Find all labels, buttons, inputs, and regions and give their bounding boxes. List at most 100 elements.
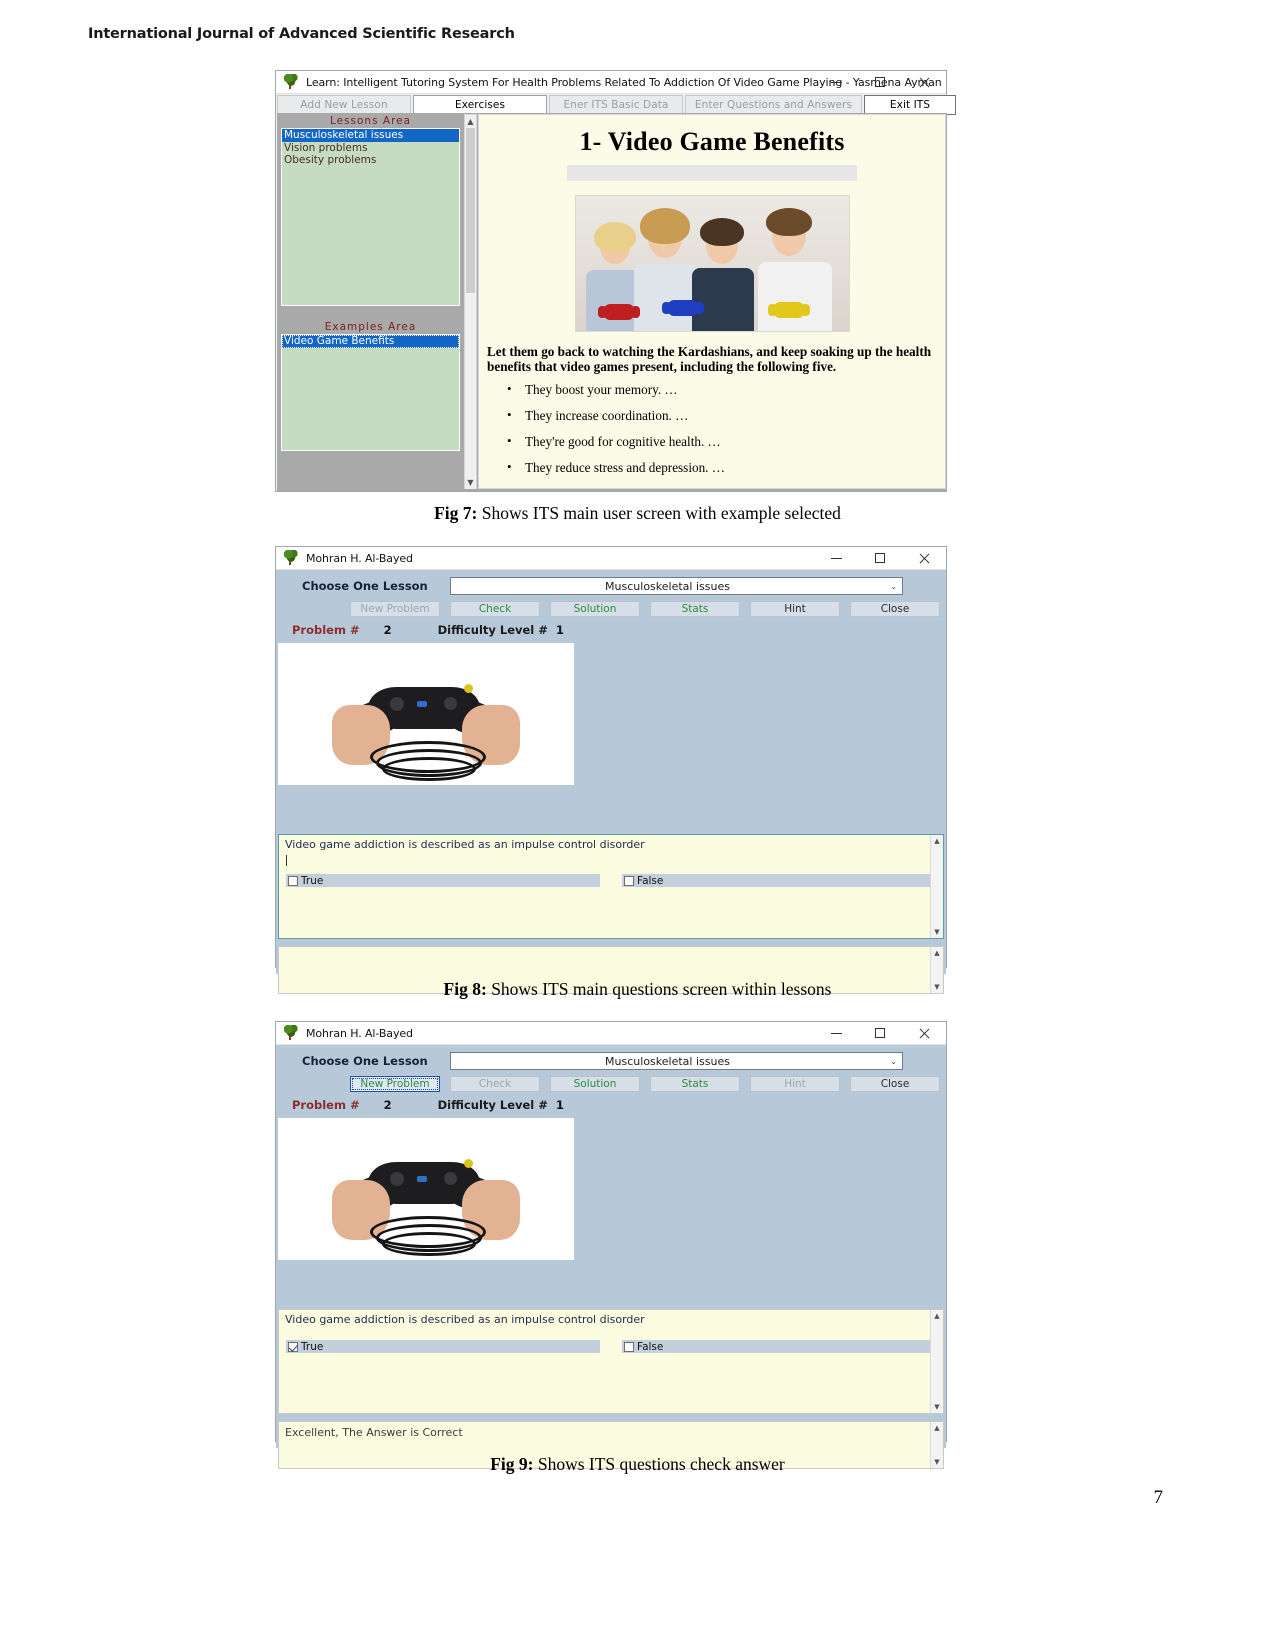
close-button[interactable] xyxy=(902,1022,946,1044)
figure-8-label: Fig 8: xyxy=(443,979,487,999)
choose-one-lesson-label: Choose One Lesson xyxy=(302,579,428,593)
lessons-listbox[interactable]: Musculoskeletal issues Vision problems O… xyxy=(281,128,460,306)
chevron-down-icon: ⌄ xyxy=(890,581,897,591)
menu-exercises[interactable]: Exercises xyxy=(413,95,547,115)
scroll-up-icon[interactable]: ▲ xyxy=(931,1310,943,1322)
lesson-select[interactable]: Musculoskeletal issues ⌄ xyxy=(450,1052,903,1070)
new-problem-button[interactable]: New Problem xyxy=(350,1076,440,1092)
slide-title: 1- Video Game Benefits xyxy=(579,127,845,156)
fig9-choice-row: True False xyxy=(279,1340,943,1353)
maximize-icon xyxy=(875,1028,885,1038)
maximize-button[interactable] xyxy=(858,1022,902,1044)
fig8-window-title: Mohran H. Al-Bayed xyxy=(306,551,413,565)
solution-button[interactable]: Solution xyxy=(550,601,640,617)
choose-one-lesson-label: Choose One Lesson xyxy=(302,1054,428,1068)
minimize-button[interactable] xyxy=(814,71,858,93)
choice-false-checkbox[interactable] xyxy=(624,1341,634,1352)
stats-button[interactable]: Stats xyxy=(650,1076,740,1092)
maximize-icon xyxy=(875,77,885,87)
problem-number-value: 2 xyxy=(383,623,392,637)
scroll-down-icon[interactable]: ▼ xyxy=(931,926,943,938)
fig7-titlebar: Learn: Intelligent Tutoring System For H… xyxy=(276,71,946,94)
choice-true-label: True xyxy=(301,1340,324,1353)
check-button[interactable]: Check xyxy=(450,601,540,617)
problem-number-label: Problem # xyxy=(292,1098,360,1112)
hint-button[interactable]: Hint xyxy=(750,1076,840,1092)
choice-true[interactable]: True xyxy=(286,874,600,887)
fig8-action-row: New Problem Check Solution Stats Hint Cl… xyxy=(276,601,946,617)
fig9-body: Choose One Lesson Musculoskeletal issues… xyxy=(276,1051,946,1469)
lesson-select[interactable]: Musculoskeletal issues ⌄ xyxy=(450,577,903,595)
question-scrollbar[interactable]: ▲ ▼ xyxy=(930,1310,943,1413)
examples-listbox[interactable]: Video Game Benefits xyxy=(281,334,460,451)
scroll-up-icon[interactable]: ▲ xyxy=(931,947,943,959)
minimize-icon xyxy=(830,1032,842,1034)
text-caret xyxy=(286,855,287,866)
fig9-action-row: New Problem Check Solution Stats Hint Cl… xyxy=(276,1076,946,1092)
its-main-window: Learn: Intelligent Tutoring System For H… xyxy=(275,70,956,492)
scroll-up-icon[interactable]: ▲ xyxy=(465,115,476,128)
choice-false[interactable]: False xyxy=(622,1340,936,1353)
question-text: Video game addiction is described as an … xyxy=(285,838,645,851)
menu-exit-its[interactable]: Exit ITS xyxy=(864,95,956,115)
app-tree-icon xyxy=(283,1025,299,1041)
example-item-video-game-benefits[interactable]: Video Game Benefits xyxy=(282,335,459,348)
fig9-titlebar: Mohran H. Al-Bayed xyxy=(276,1022,946,1045)
figure-7-caption: Fig 7: Shows ITS main user screen with e… xyxy=(0,503,1275,524)
lesson-item-musculoskeletal[interactable]: Musculoskeletal issues xyxy=(282,129,459,142)
scroll-up-icon[interactable]: ▲ xyxy=(931,1422,943,1434)
minimize-button[interactable] xyxy=(814,1022,858,1044)
choice-true-checkbox[interactable] xyxy=(288,1341,298,1352)
figure-9-label: Fig 9: xyxy=(490,1454,534,1474)
figure-9-caption: Fig 9: Shows ITS questions check answer xyxy=(0,1454,1275,1475)
close-button[interactable] xyxy=(902,71,946,93)
close-button[interactable] xyxy=(902,547,946,569)
new-problem-button[interactable]: New Problem xyxy=(350,601,440,617)
check-button[interactable]: Check xyxy=(450,1076,540,1092)
choice-true-checkbox[interactable] xyxy=(288,875,298,886)
fig8-question-area: Video game addiction is described as an … xyxy=(278,834,944,939)
feedback-text xyxy=(279,947,943,951)
fig8-problem-row: Problem # 2 Difficulty Level # 1 xyxy=(276,621,946,639)
scroll-thumb[interactable] xyxy=(466,128,475,293)
scroll-down-icon[interactable]: ▼ xyxy=(931,1401,943,1413)
slide-bullet-2: They increase coordination. … xyxy=(507,407,945,424)
running-head: International Journal of Advanced Scient… xyxy=(88,26,515,42)
choice-false[interactable]: False xyxy=(622,874,936,887)
choice-false-checkbox[interactable] xyxy=(624,875,634,886)
choice-false-label: False xyxy=(637,1340,664,1353)
fig7-left-panel: Lessons Area Musculoskeletal issues Visi… xyxy=(278,114,463,489)
lesson-item-obesity[interactable]: Obesity problems xyxy=(282,154,459,167)
figure-9-text: Shows ITS questions check answer xyxy=(533,1454,785,1474)
menu-enter-its-basic-data[interactable]: Ener ITS Basic Data xyxy=(549,95,683,115)
scroll-track[interactable] xyxy=(465,293,476,476)
page-number: 7 xyxy=(1153,1487,1164,1508)
difficulty-level-label: Difficulty Level # xyxy=(437,623,548,637)
fig7-body: Lessons Area Musculoskeletal issues Visi… xyxy=(277,113,947,491)
choice-true[interactable]: True xyxy=(286,1340,600,1353)
maximize-button[interactable] xyxy=(858,71,902,93)
question-scrollbar[interactable]: ▲ ▼ xyxy=(930,835,943,938)
close-dialog-button[interactable]: Close xyxy=(850,601,940,617)
feedback-text: Excellent, The Answer is Correct xyxy=(285,1426,463,1439)
scroll-down-icon[interactable]: ▼ xyxy=(465,476,476,489)
fig8-titlebar: Mohran H. Al-Bayed xyxy=(276,547,946,570)
minimize-button[interactable] xyxy=(814,547,858,569)
content-scrollbar[interactable]: ▲ ▼ xyxy=(464,114,477,489)
fig9-lesson-row: Choose One Lesson Musculoskeletal issues… xyxy=(276,1051,946,1071)
stats-button[interactable]: Stats xyxy=(650,601,740,617)
lesson-item-vision[interactable]: Vision problems xyxy=(282,142,459,155)
menu-enter-questions-and-answers[interactable]: Enter Questions and Answers xyxy=(685,95,862,115)
close-dialog-button[interactable]: Close xyxy=(850,1076,940,1092)
menu-add-new-lesson[interactable]: Add New Lesson xyxy=(277,95,411,115)
slide-bullet-4: They reduce stress and depression. … xyxy=(507,459,945,476)
fig7-menu-bar: Add New Lesson Exercises Ener ITS Basic … xyxy=(276,95,956,115)
slide-bullet-3: They're good for cognitive health. … xyxy=(507,433,945,450)
solution-button[interactable]: Solution xyxy=(550,1076,640,1092)
maximize-icon xyxy=(875,553,885,563)
slide-subtitle-bar xyxy=(567,165,857,181)
scroll-up-icon[interactable]: ▲ xyxy=(931,835,943,847)
examples-area-header: Examples Area xyxy=(324,321,417,333)
maximize-button[interactable] xyxy=(858,547,902,569)
hint-button[interactable]: Hint xyxy=(750,601,840,617)
